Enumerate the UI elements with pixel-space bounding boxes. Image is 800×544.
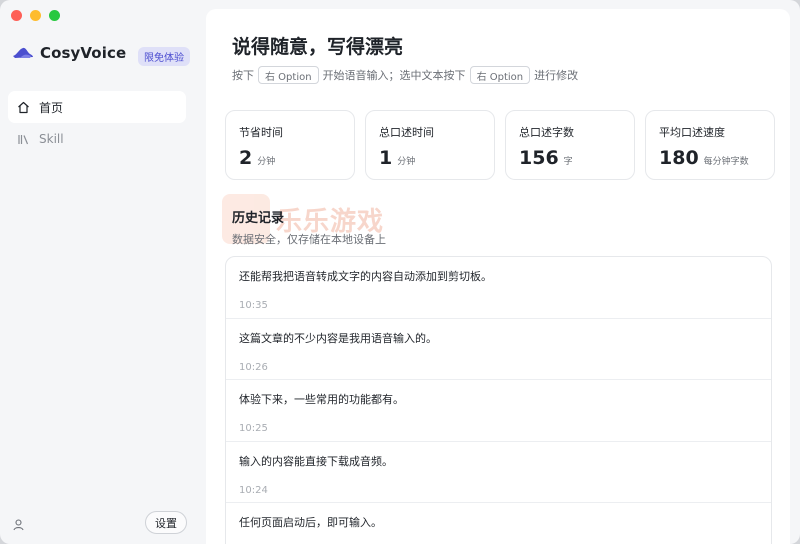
page-title: 说得随意，写得漂亮 (232, 36, 404, 58)
history-item-text: 任何页面启动后，即可输入。 (239, 516, 382, 529)
stat-card-speed: 平均口述速度 180 每分钟字数 (645, 110, 775, 180)
sidebar-item-label: Skill (39, 132, 64, 146)
history-item[interactable]: 任何页面启动后，即可输入。 (226, 503, 771, 544)
app-window: CosyVoice 限免体验 首页 Skill 设置 说得随意，写得漂亮 按下 … (0, 0, 800, 544)
home-icon (16, 100, 30, 114)
stat-label: 总口述字数 (519, 126, 574, 139)
history-item[interactable]: 还能帮我把语音转成文字的内容自动添加到剪切板。 10:35 (226, 257, 771, 319)
stat-card-dictation-time: 总口述时间 1 分钟 (365, 110, 495, 180)
stat-value: 2 (239, 147, 253, 169)
main-panel: 说得随意，写得漂亮 按下 右 Option 开始语音输入；选中文本按下 右 Op… (206, 9, 790, 544)
history-item[interactable]: 体验下来，一些常用的功能都有。 10:25 (226, 380, 771, 442)
stat-value: 1 (379, 147, 393, 169)
sidebar-item-home[interactable]: 首页 (8, 91, 186, 123)
stats-row: 节省时间 2 分钟 总口述时间 1 分钟 总口述字数 156 字 平均口述速度 … (225, 110, 775, 180)
library-icon (16, 132, 30, 146)
history-list[interactable]: 还能帮我把语音转成文字的内容自动添加到剪切板。 10:35 这篇文章的不少内容是… (225, 256, 772, 544)
history-item-time: 10:24 (239, 484, 268, 496)
hint-text: 进行修改 (534, 69, 579, 82)
stat-label: 平均口述速度 (659, 126, 725, 139)
stat-unit: 分钟 (257, 157, 276, 167)
history-item[interactable]: 输入的内容能直接下载成音频。 10:24 (226, 442, 771, 503)
history-title: 历史记录 (232, 211, 285, 226)
sidebar: CosyVoice 限免体验 首页 Skill 设置 (0, 0, 198, 544)
user-icon[interactable] (12, 516, 25, 531)
sidebar-item-label: 首页 (39, 100, 64, 115)
history-item-time: 10:25 (239, 423, 268, 434)
free-trial-badge: 限免体验 (138, 47, 190, 66)
history-item-text: 还能帮我把语音转成文字的内容自动添加到剪切板。 (239, 270, 492, 283)
app-name: CosyVoice (40, 44, 127, 62)
shortcut-key: 右 Option (469, 66, 531, 84)
history-item-text: 这篇文章的不少内容是我用语音输入的。 (239, 331, 437, 345)
stat-value: 180 (659, 147, 699, 169)
stat-label: 总口述时间 (379, 126, 434, 139)
shortcut-key: 右 Option (258, 66, 319, 84)
hint-text: 按下 (232, 69, 254, 82)
cosyvoice-logo-icon (13, 47, 33, 58)
stat-value: 156 (519, 147, 559, 169)
history-item-text: 输入的内容能直接下载成音频。 (239, 454, 393, 468)
history-item-time: 10:26 (239, 361, 268, 373)
shortcut-hint: 按下 右 Option 开始语音输入；选中文本按下 右 Option 进行修改 (232, 66, 578, 84)
stat-card-word-count: 总口述字数 156 字 (505, 110, 635, 180)
history-item[interactable]: 这篇文章的不少内容是我用语音输入的。 10:26 (226, 319, 771, 380)
settings-button[interactable]: 设置 (145, 511, 187, 534)
brand: CosyVoice (12, 44, 126, 62)
history-subtitle: 数据安全，仅存储在本地设备上 (232, 233, 386, 246)
stat-label: 节省时间 (239, 126, 283, 139)
stat-unit: 分钟 (397, 157, 416, 167)
stat-card-time-saved: 节省时间 2 分钟 (225, 110, 355, 180)
history-item-time: 10:35 (239, 300, 268, 311)
stat-unit: 字 (563, 157, 573, 167)
hint-text: 开始语音输入；选中文本按下 (322, 69, 466, 82)
sidebar-item-skill[interactable]: Skill (8, 123, 186, 155)
history-item-text: 体验下来，一些常用的功能都有。 (239, 393, 404, 406)
stat-unit: 每分钟字数 (703, 157, 749, 167)
